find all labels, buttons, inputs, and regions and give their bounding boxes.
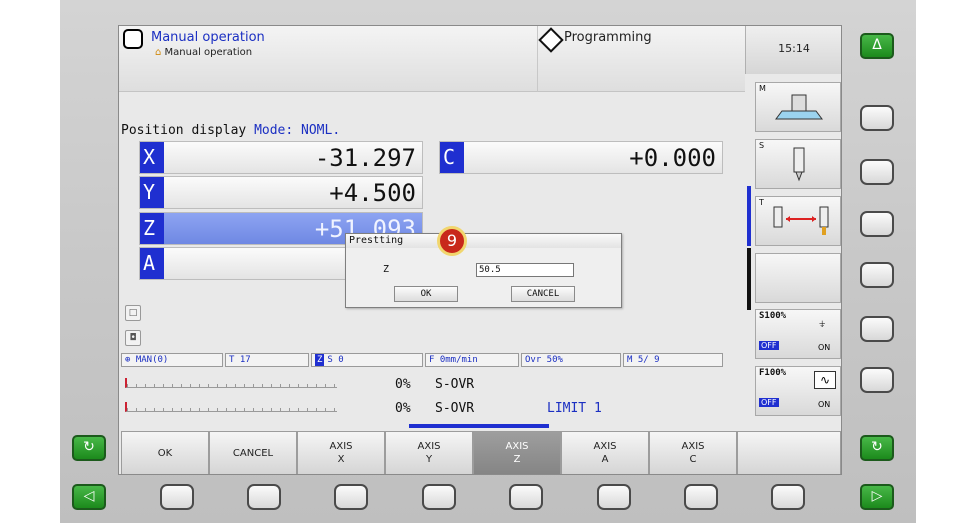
m-function-tile[interactable]: M bbox=[755, 82, 841, 132]
f-override-label: F100% bbox=[759, 368, 787, 378]
status-man: ⊕ MAN(0) bbox=[121, 353, 223, 367]
dialog-field-label: Z bbox=[383, 264, 390, 275]
on-label: ON bbox=[818, 400, 831, 409]
axis-letter: X bbox=[140, 142, 164, 173]
programming-icon bbox=[538, 27, 564, 53]
softkey-ok[interactable]: OK bbox=[121, 431, 209, 474]
vertical-softkey-3[interactable] bbox=[860, 211, 894, 237]
softkey-axis-a[interactable]: AXIS A bbox=[561, 431, 649, 474]
override-percent: 0% bbox=[395, 401, 411, 416]
axis-letter: Y bbox=[140, 177, 164, 208]
horizontal-softkey-3[interactable] bbox=[334, 484, 368, 510]
horizontal-softkey-5[interactable] bbox=[509, 484, 543, 510]
tool-status-icon[interactable]: ◘ bbox=[125, 330, 141, 346]
override-percent: 0% bbox=[395, 377, 411, 392]
home-icon: ⌂ bbox=[155, 47, 165, 58]
dialog-ok-button[interactable]: OK bbox=[394, 286, 458, 302]
previous-softkey-row-icon[interactable]: ◁ bbox=[72, 484, 106, 510]
vertical-softkey-2[interactable] bbox=[860, 159, 894, 185]
s-override-label: S100% bbox=[759, 311, 787, 321]
cnc-screen: Manual operation ⌂ Manual operation Prog… bbox=[118, 25, 842, 475]
spindle-icon: ⍖ bbox=[818, 316, 827, 332]
dialog-cancel-button[interactable]: CANCEL bbox=[511, 286, 575, 302]
axis-value: -31.297 bbox=[314, 144, 416, 172]
feed-override-tile[interactable]: F100% OFF ON ∿ bbox=[755, 366, 841, 416]
vertical-softkey-4[interactable] bbox=[860, 262, 894, 288]
target-icon: ⊕ bbox=[125, 355, 136, 365]
vertical-softkey-5[interactable] bbox=[860, 316, 894, 342]
horizontal-softkey-7[interactable] bbox=[684, 484, 718, 510]
softkey-row-switch-right-icon[interactable]: ↻ bbox=[860, 435, 894, 461]
axis-letter: A bbox=[140, 248, 164, 279]
mode-title: Manual operation bbox=[151, 30, 265, 45]
spindle-override-tile[interactable]: S100% OFF ON ⍖ bbox=[755, 309, 841, 359]
axis-row-x[interactable]: X -31.297 bbox=[139, 141, 423, 174]
softkey-axis-c[interactable]: AXIS C bbox=[649, 431, 737, 474]
status-m-function: M 5/ 9 bbox=[623, 353, 723, 367]
spindle-override-bar bbox=[125, 378, 337, 388]
programming-title: Programming bbox=[564, 30, 652, 45]
divider bbox=[747, 248, 751, 310]
waveform-icon: ∿ bbox=[814, 371, 836, 389]
override-label: S-OVR bbox=[435, 377, 475, 392]
programming-header[interactable]: Programming bbox=[537, 26, 745, 92]
spindle-icon bbox=[793, 147, 805, 182]
operating-mode-header: Manual operation ⌂ Manual operation bbox=[119, 26, 537, 92]
softkey-axis-y[interactable]: AXIS Y bbox=[385, 431, 473, 474]
on-label: ON bbox=[818, 343, 831, 352]
feed-override-bar bbox=[125, 402, 337, 412]
softkey-cancel[interactable]: CANCEL bbox=[209, 431, 297, 474]
tool-change-icon bbox=[773, 206, 829, 235]
softkey-axis-z[interactable]: AXIS Z bbox=[473, 431, 561, 474]
softkey-row-switch-left-icon[interactable]: ↻ bbox=[72, 435, 106, 461]
step-marker: 9 bbox=[437, 226, 467, 256]
horizontal-softkey-4[interactable] bbox=[422, 484, 456, 510]
axis-value: +4.500 bbox=[329, 179, 416, 207]
next-softkey-row-icon[interactable]: ▷ bbox=[860, 484, 894, 510]
dialog-title: Prestting bbox=[346, 234, 621, 248]
override-label: S-OVR bbox=[435, 401, 475, 416]
axis-row-y[interactable]: Y +4.500 bbox=[139, 176, 423, 209]
small-status-icon[interactable]: □ bbox=[125, 305, 141, 321]
tool-tile[interactable]: T bbox=[755, 196, 841, 246]
horizontal-softkey-2[interactable] bbox=[247, 484, 281, 510]
horizontal-softkey-6[interactable] bbox=[597, 484, 631, 510]
status-override: Ovr 50% bbox=[521, 353, 621, 367]
softkey-empty[interactable] bbox=[737, 431, 841, 474]
horizontal-softkey-1[interactable] bbox=[160, 484, 194, 510]
axis-row-c[interactable]: C +0.000 bbox=[439, 141, 723, 174]
axis-letter: C bbox=[440, 142, 464, 173]
machine-icon bbox=[775, 94, 823, 120]
presetting-dialog: Prestting Z 50.5 OK CANCEL bbox=[345, 233, 622, 308]
off-badge: OFF bbox=[759, 398, 779, 407]
axis-letter: Z bbox=[140, 213, 164, 244]
limit-label: LIMIT 1 bbox=[547, 401, 602, 416]
status-feed: F 0mm/min bbox=[425, 353, 519, 367]
horizontal-softkey-8[interactable] bbox=[771, 484, 805, 510]
t-label: T bbox=[759, 198, 764, 207]
vertical-softkey-6[interactable] bbox=[860, 367, 894, 393]
preset-value-input[interactable]: 50.5 bbox=[476, 263, 574, 277]
clock: 15:14 bbox=[778, 42, 810, 55]
softkey-active-bar bbox=[409, 424, 549, 428]
s-label: S bbox=[759, 141, 765, 150]
axis-value: +0.000 bbox=[629, 144, 716, 172]
status-spindle: ZS 0 bbox=[311, 353, 423, 367]
hand-icon bbox=[123, 29, 143, 49]
mode-delta-key[interactable]: Δ bbox=[860, 33, 894, 59]
softkey-axis-x[interactable]: AXIS X bbox=[297, 431, 385, 474]
mode-subtitle: ⌂ Manual operation bbox=[155, 47, 253, 58]
vertical-softkey-1[interactable] bbox=[860, 105, 894, 131]
status-tool: T 17 bbox=[225, 353, 309, 367]
off-badge: OFF bbox=[759, 341, 779, 350]
empty-tile[interactable] bbox=[755, 253, 841, 303]
active-indicator bbox=[747, 186, 751, 246]
m-label: M bbox=[759, 84, 766, 93]
spindle-tile[interactable]: S bbox=[755, 139, 841, 189]
position-display-title: Position display Mode: NOML. bbox=[121, 123, 341, 138]
